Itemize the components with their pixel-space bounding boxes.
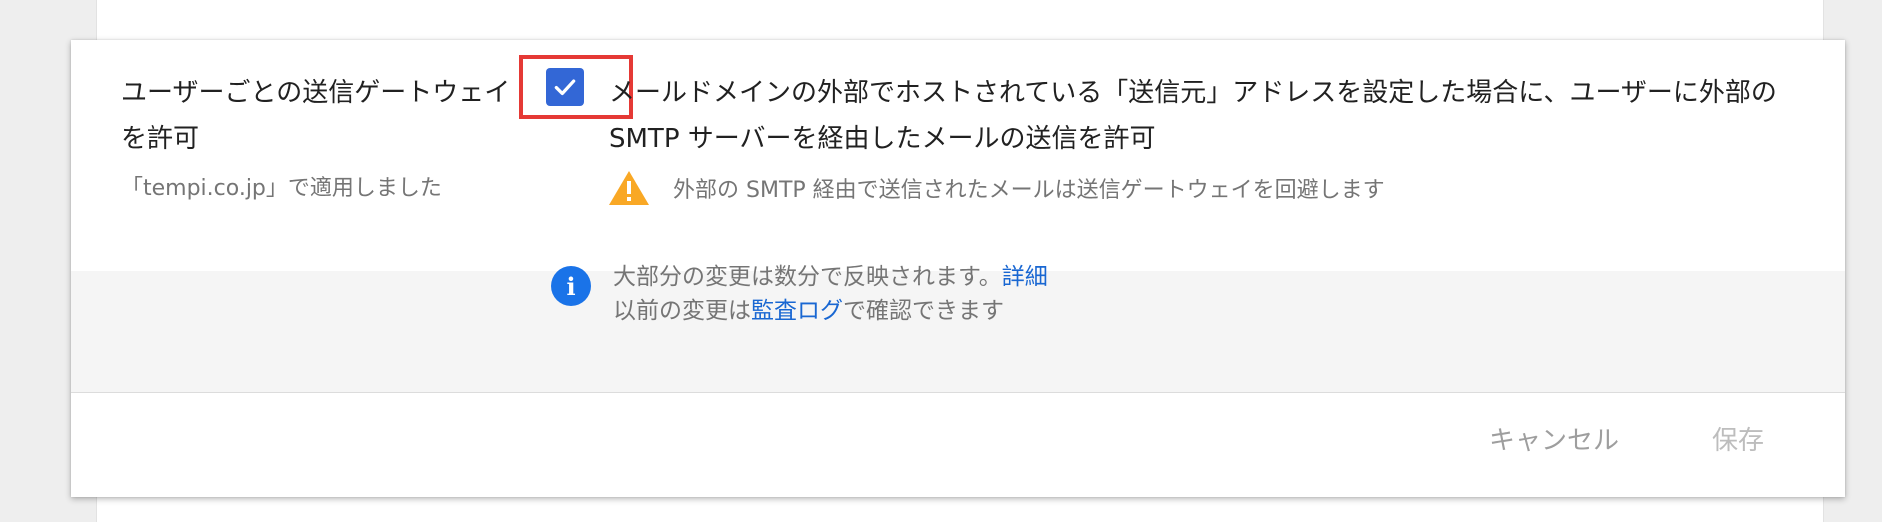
details-link[interactable]: 詳細: [1002, 264, 1048, 290]
info-line-1-text: 大部分の変更は数分で反映されます。: [613, 264, 1002, 290]
audit-log-link[interactable]: 監査ログ: [751, 298, 843, 324]
warning-text: 外部の SMTP 経由で送信されたメールは送信ゲートウェイを回避します: [673, 178, 1385, 203]
allow-gateway-checkbox[interactable]: [546, 68, 584, 106]
info-icon: i: [551, 266, 591, 306]
info-text: 大部分の変更は数分で反映されます。詳細 以前の変更は監査ログで確認できます: [613, 260, 1048, 328]
save-button[interactable]: 保存: [1712, 420, 1764, 457]
check-icon: [554, 79, 576, 96]
info-line-2-suffix: で確認できます: [843, 298, 1004, 324]
settings-card: ユーザーごとの送信ゲートウェイを許可 「tempi.co.jp」で適用しました …: [71, 40, 1845, 497]
info-row: i 大部分の変更は数分で反映されます。詳細 以前の変更は監査ログで確認できます: [551, 260, 1048, 328]
cancel-button[interactable]: キャンセル: [1489, 420, 1619, 457]
setting-description: メールドメインの外部でホストされている「送信元」アドレスを設定した場合に、ユーザ…: [609, 78, 1777, 154]
info-line-1: 大部分の変更は数分で反映されます。詳細: [613, 260, 1048, 294]
warning-row: 外部の SMTP 経由で送信されたメールは送信ゲートウェイを回避します: [607, 168, 1385, 208]
warning-icon: [609, 171, 649, 205]
info-line-2-prefix: 以前の変更は: [613, 298, 751, 324]
applied-note: 「tempi.co.jp」で適用しました: [121, 176, 442, 201]
info-line-2: 以前の変更は監査ログで確認できます: [613, 294, 1048, 328]
setting-title: ユーザーごとの送信ゲートウェイを許可: [121, 78, 511, 154]
